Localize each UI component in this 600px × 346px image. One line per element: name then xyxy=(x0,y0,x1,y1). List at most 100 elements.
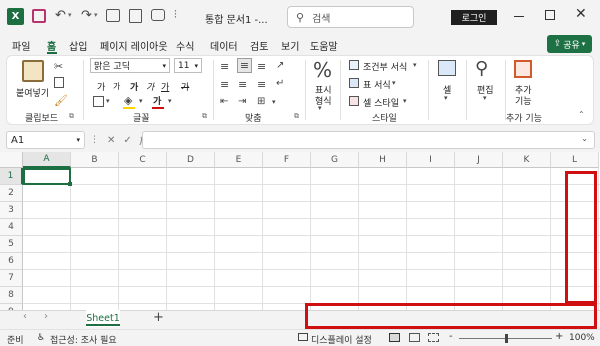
redo-dropdown-icon[interactable]: ▾ xyxy=(94,11,98,19)
fill-color-icon[interactable]: ◈ xyxy=(124,94,132,107)
page-break-view-icon[interactable] xyxy=(428,333,439,342)
share-button[interactable]: ⇪ 공유 ▾ xyxy=(547,35,592,53)
conditional-format-button[interactable]: 조건부 서식 xyxy=(363,60,407,73)
column-header[interactable]: F xyxy=(263,152,311,168)
grow-font-button[interactable]: 가 xyxy=(97,80,105,93)
column-header[interactable]: H xyxy=(359,152,407,168)
chevron-down-icon[interactable]: ▾ xyxy=(444,94,448,102)
cut-icon[interactable]: ✂ xyxy=(54,60,63,73)
dialog-launcher-icon[interactable]: ⧉ xyxy=(69,112,74,121)
print-icon[interactable] xyxy=(106,9,120,22)
chevron-down-icon[interactable]: ▾ xyxy=(413,61,417,69)
align-bottom-icon[interactable]: ≡ xyxy=(257,60,266,73)
cancel-icon[interactable]: ✕ xyxy=(107,135,115,146)
minimize-icon[interactable] xyxy=(514,16,524,17)
chevron-down-icon[interactable]: ▾ xyxy=(403,97,407,105)
normal-view-icon[interactable] xyxy=(389,333,400,342)
cells-icon[interactable] xyxy=(438,60,456,76)
column-header[interactable]: G xyxy=(311,152,359,168)
spreadsheet-grid[interactable]: ABCDEFGHIJKL 123456789 xyxy=(0,152,600,310)
dialog-launcher-icon[interactable]: ⧉ xyxy=(294,112,299,121)
enter-icon[interactable]: ✓ xyxy=(123,135,131,146)
column-header[interactable]: E xyxy=(215,152,263,168)
prev-sheet-icon[interactable]: ‹ xyxy=(23,311,27,322)
undo-dropdown-icon[interactable]: ▾ xyxy=(68,11,72,19)
addins-label-2[interactable]: 기능 xyxy=(515,94,532,107)
borders-icon[interactable] xyxy=(93,96,104,107)
bold-button[interactable]: 가 xyxy=(130,80,138,93)
accessibility-status[interactable]: 접근성: 조사 필요 xyxy=(50,333,117,346)
login-button[interactable]: 로그인 xyxy=(451,10,497,25)
menu-home[interactable]: 홈 xyxy=(47,38,56,53)
decrease-indent-icon[interactable]: ⇤ xyxy=(220,96,228,107)
menu-file[interactable]: 파일 xyxy=(12,38,30,53)
menu-review[interactable]: 검토 xyxy=(250,38,268,53)
menu-insert[interactable]: 삽입 xyxy=(69,38,87,53)
percent-icon[interactable]: % xyxy=(313,58,332,82)
column-header[interactable]: L xyxy=(551,152,599,168)
print-preview-icon[interactable] xyxy=(129,9,142,23)
display-settings-button[interactable]: 디스플레이 설정 xyxy=(311,333,372,346)
wrap-text-icon[interactable]: ↵ xyxy=(276,78,284,89)
copy-icon[interactable] xyxy=(54,77,64,88)
merge-center-icon[interactable]: ⊞ xyxy=(257,96,265,107)
align-center-icon[interactable]: ≡ xyxy=(238,78,247,91)
redo-icon[interactable]: ↷ xyxy=(81,8,92,23)
page-layout-view-icon[interactable] xyxy=(409,333,420,342)
increase-indent-icon[interactable]: ⇥ xyxy=(238,96,246,107)
name-box[interactable]: A1 ▾ xyxy=(6,131,85,149)
column-header[interactable]: K xyxy=(503,152,551,168)
menu-help[interactable]: 도움말 xyxy=(310,38,338,53)
column-header[interactable]: A xyxy=(23,152,71,168)
chevron-down-icon[interactable]: ▾ xyxy=(483,94,487,102)
save-icon[interactable] xyxy=(32,9,46,23)
more-icon[interactable]: ⫶ xyxy=(174,8,177,22)
close-icon[interactable]: ✕ xyxy=(575,6,587,22)
row-header[interactable]: 5 xyxy=(0,236,23,253)
chevron-down-icon[interactable]: ⌄ xyxy=(581,134,588,143)
maximize-icon[interactable] xyxy=(545,10,555,20)
row-header[interactable]: 1 xyxy=(0,168,23,185)
column-header[interactable]: J xyxy=(455,152,503,168)
column-header[interactable]: I xyxy=(407,152,455,168)
menu-data[interactable]: 데이터 xyxy=(210,38,238,53)
format-table-button[interactable]: 표 서식 xyxy=(363,78,391,91)
cell-styles-icon[interactable] xyxy=(349,96,359,106)
select-all-corner[interactable] xyxy=(0,152,23,168)
row-header[interactable]: 6 xyxy=(0,253,23,270)
search-input[interactable]: ⚲ 검색 xyxy=(287,6,414,28)
selected-cell[interactable] xyxy=(23,168,71,185)
chevron-down-icon[interactable]: ▾ xyxy=(139,97,143,105)
font-size-select[interactable]: 11 ▾ xyxy=(174,58,202,73)
addins-icon[interactable] xyxy=(514,60,532,78)
zoom-out-button[interactable]: - xyxy=(449,331,453,342)
paste-icon[interactable] xyxy=(22,60,44,82)
cell-styles-button[interactable]: 셀 스타일 xyxy=(363,96,399,109)
column-header[interactable]: C xyxy=(119,152,167,168)
align-right-icon[interactable]: ≡ xyxy=(257,78,266,91)
dialog-launcher-icon[interactable]: ⧉ xyxy=(202,112,207,121)
menu-page-layout[interactable]: 페이지 레이아웃 xyxy=(100,38,168,53)
zoom-level[interactable]: 100% xyxy=(569,333,595,343)
undo-icon[interactable]: ↶ xyxy=(55,8,66,23)
chevron-down-icon[interactable]: ▾ xyxy=(272,98,276,106)
paste-label[interactable]: 붙여넣기 xyxy=(16,86,49,99)
conditional-format-icon[interactable] xyxy=(349,60,359,70)
chevron-down-icon[interactable]: ▾ xyxy=(168,97,172,105)
font-name-select[interactable]: 맑은 고딕 ▾ xyxy=(90,58,170,73)
menu-formulas[interactable]: 수식 xyxy=(176,38,194,53)
menu-view[interactable]: 보기 xyxy=(281,38,299,53)
next-sheet-icon[interactable]: › xyxy=(44,311,48,322)
chevron-down-icon[interactable]: ▾ xyxy=(318,104,322,112)
collapse-ribbon-icon[interactable]: ⌃ xyxy=(578,110,585,119)
row-header[interactable]: 8 xyxy=(0,287,23,304)
row-header[interactable]: 7 xyxy=(0,270,23,287)
add-sheet-button[interactable]: + xyxy=(153,310,164,325)
format-table-icon[interactable] xyxy=(349,78,359,88)
orientation-icon[interactable]: ↗ xyxy=(276,60,284,71)
formula-input[interactable]: ⌄ xyxy=(142,131,595,149)
row-header[interactable]: 2 xyxy=(0,185,23,202)
row-header[interactable]: 3 xyxy=(0,202,23,219)
strikethrough-button[interactable]: 가 xyxy=(181,80,189,93)
camera-icon[interactable] xyxy=(151,9,165,21)
